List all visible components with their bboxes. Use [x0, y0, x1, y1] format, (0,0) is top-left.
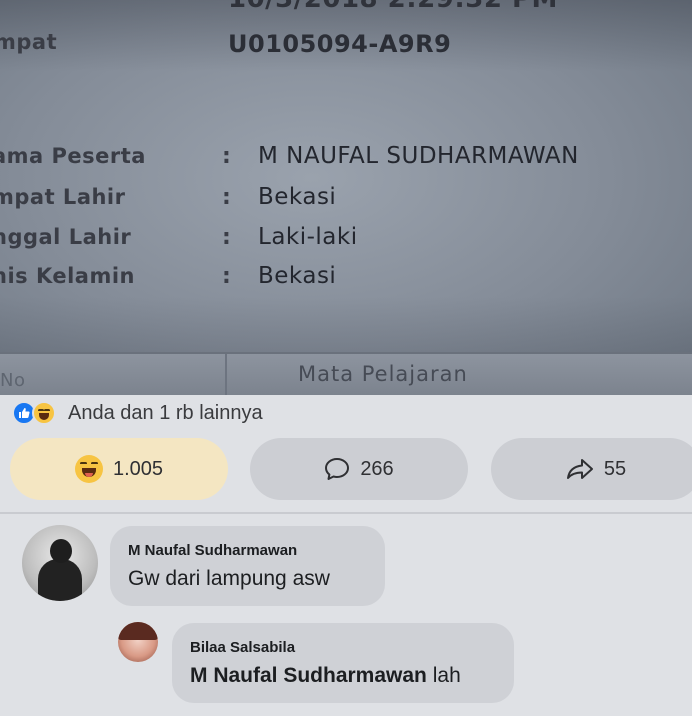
reply-bubble[interactable]: Bilaa Salsabila M Naufal Sudharmawan lah	[172, 623, 514, 703]
comment-text-rest: lah	[426, 664, 461, 687]
doc-field-label: ama Peserta	[0, 144, 146, 168]
doc-field-value: M NAUFAL SUDHARMAWAN	[258, 143, 579, 169]
comment-count: 266	[360, 457, 394, 480]
comment-author[interactable]: M Naufal Sudharmawan	[128, 542, 367, 559]
comment-text: Gw dari lampung asw	[128, 567, 330, 590]
haha-icon	[74, 455, 103, 483]
doc-field-value: Laki-laki	[258, 224, 358, 250]
reaction-icons	[12, 400, 64, 426]
doc-field-label: nis Kelamin	[0, 264, 136, 288]
haha-reaction-button[interactable]: 1.005	[10, 438, 228, 500]
doc-field-colon: :	[222, 225, 232, 250]
doc-id-label: mpat	[0, 30, 58, 54]
doc-field-label: mpat Lahir	[0, 185, 126, 209]
comment-icon	[324, 457, 350, 481]
doc-id-value: U0105094-A9R9	[228, 30, 452, 58]
doc-field-value: Bekasi	[258, 263, 337, 289]
comment-bubble[interactable]: M Naufal Sudharmawan Gw dari lampung asw	[110, 526, 385, 606]
doc-field-colon: :	[222, 185, 232, 210]
doc-field-label: nggal Lahir	[0, 225, 132, 249]
mention-tag[interactable]: M Naufal Sudharmawan	[190, 664, 427, 687]
haha-icon	[32, 401, 56, 425]
comment-button[interactable]: 266	[250, 438, 468, 500]
doc-table-no: No	[0, 370, 26, 391]
divider	[0, 512, 692, 514]
comment-text: M Naufal Sudharmawan lah	[190, 664, 496, 688]
avatar[interactable]	[22, 525, 98, 601]
reaction-summary-text: Anda dan 1 rb lainnya	[68, 401, 263, 424]
share-count: 55	[603, 457, 627, 480]
share-button[interactable]: 55	[491, 438, 692, 500]
comment-author[interactable]: Bilaa Salsabila	[190, 639, 496, 656]
reaction-summary[interactable]: Anda dan 1 rb lainnya	[12, 400, 263, 426]
share-icon	[566, 457, 594, 481]
doc-field-value: Bekasi	[258, 184, 337, 210]
avatar[interactable]	[118, 622, 158, 662]
doc-table-subject: Mata Pelajaran	[298, 362, 468, 386]
haha-count: 1.005	[112, 457, 164, 480]
doc-datetime: 10/3/2018 2:29:32 PM	[228, 0, 558, 14]
doc-field-colon: :	[222, 144, 232, 169]
doc-field-colon: :	[222, 264, 232, 289]
document-photo[interactable]: 10/3/2018 2:29:32 PM mpat U0105094-A9R9 …	[0, 0, 692, 395]
doc-table-divider	[225, 354, 227, 395]
